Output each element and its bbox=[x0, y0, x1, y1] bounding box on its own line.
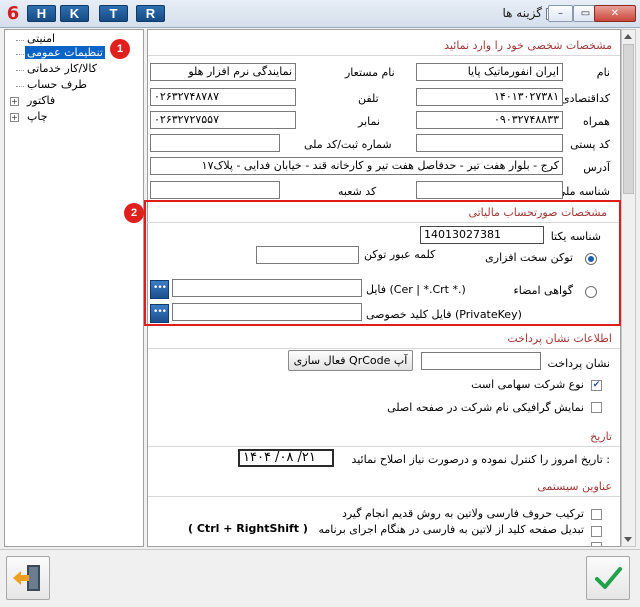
postal-code-field[interactable] bbox=[416, 134, 563, 152]
unique-id-label: شناسه یکتا bbox=[550, 230, 601, 243]
minimize-button[interactable]: – bbox=[548, 5, 573, 22]
keyboard-shortcut-hint: ( Ctrl + RightShift ) bbox=[188, 522, 308, 535]
app-logo-icon: 6 bbox=[6, 3, 20, 24]
date-section-title: تاریخ bbox=[590, 430, 612, 443]
tree-connector bbox=[16, 54, 24, 55]
section-divider bbox=[148, 446, 620, 447]
scroll-down-icon[interactable] bbox=[624, 537, 632, 542]
graphic-name-checkbox[interactable] bbox=[591, 402, 602, 413]
alias-label: نام مستعار bbox=[345, 66, 395, 79]
shortcut-button-k[interactable]: K bbox=[60, 5, 89, 22]
shortcut-button-r[interactable]: R bbox=[136, 5, 165, 22]
branch-code-field[interactable] bbox=[150, 181, 280, 199]
keyboard-switch-label: تبدیل صفحه کلید از لاتین به فارسی در هنگ… bbox=[318, 523, 584, 536]
phone-field[interactable]: ۰۲۶۳۲۷۴۸۷۸۷ bbox=[150, 88, 296, 106]
phone-label: تلفن bbox=[358, 92, 379, 105]
signature-certificate-radio[interactable] bbox=[585, 286, 597, 298]
checkmark-icon bbox=[595, 567, 622, 589]
expand-plus-icon[interactable]: + bbox=[10, 113, 19, 122]
private-key-file-field[interactable] bbox=[172, 303, 362, 321]
close-button[interactable]: ✕ bbox=[594, 5, 636, 22]
name-field[interactable]: ایران انفورماتیک پایا bbox=[416, 63, 563, 81]
joint-stock-checkbox[interactable]: ✔ bbox=[591, 380, 602, 391]
tree-item-security[interactable]: امنیتی bbox=[27, 32, 55, 45]
title-bar: 6 H K T R گزینه ها – ▭ ✕ bbox=[0, 0, 640, 28]
graphic-name-label: نمایش گرافیکی نام شرکت در صفحه اصلی bbox=[387, 401, 584, 414]
section-divider bbox=[148, 496, 620, 497]
system-section-title: عناوین سیستمی bbox=[537, 480, 612, 493]
tree-item-goods-services[interactable]: کالا/کار خدماتی bbox=[27, 62, 97, 75]
national-id-field[interactable] bbox=[416, 181, 563, 199]
mobile-field[interactable]: ۰۹۰۳۲۷۴۸۸۳۳ bbox=[416, 111, 563, 129]
settings-tree: امنیتی تنظیمات عمومی 1 کالا/کار خدماتی ط… bbox=[4, 29, 144, 547]
tree-item-invoice[interactable]: فاکتور bbox=[27, 94, 55, 107]
system-option-checkbox[interactable] bbox=[591, 542, 602, 546]
shortcut-button-h[interactable]: H bbox=[27, 5, 56, 22]
payment-section-title: اطلاعات نشان پرداخت bbox=[507, 332, 612, 345]
private-key-file-label: فایل کلید خصوصی (PrivateKey) bbox=[366, 308, 522, 321]
address-label: آدرس bbox=[583, 161, 610, 174]
alias-field[interactable]: نمایندگی نرم افزار هلو bbox=[150, 63, 296, 81]
legacy-text-join-checkbox[interactable] bbox=[591, 509, 602, 520]
vertical-scrollbar[interactable] bbox=[621, 29, 636, 547]
hw-token-radio[interactable] bbox=[585, 253, 597, 265]
fax-label: نمابر bbox=[358, 115, 380, 128]
postal-code-label: کد پستی bbox=[570, 138, 610, 151]
national-id-label: شناسه ملی bbox=[556, 185, 610, 198]
cert-file-field[interactable] bbox=[172, 279, 362, 297]
mobile-label: همراه bbox=[582, 115, 610, 128]
payment-address-label: نشان پرداخت bbox=[547, 357, 611, 370]
tree-connector bbox=[16, 86, 24, 87]
tree-item-general-settings[interactable]: تنظیمات عمومی bbox=[25, 46, 105, 59]
footer-bar bbox=[0, 549, 640, 607]
annotation-marker-1: 1 bbox=[110, 39, 130, 59]
date-field[interactable]: ۱۴۰۴ /۰۸ /۲۱ bbox=[238, 449, 334, 467]
keyboard-switch-checkbox[interactable] bbox=[591, 526, 602, 537]
legacy-text-join-label: ترکیب حروف فارسی ولاتین به روش قدیم انجا… bbox=[341, 507, 584, 520]
tree-connector bbox=[16, 40, 24, 41]
token-password-label: کلمه عبور توکن bbox=[364, 248, 436, 261]
signature-certificate-label: گواهی امضاء bbox=[513, 284, 573, 297]
tax-section-title: مشخصات صورتحساب مالیاتی bbox=[468, 206, 607, 219]
section-divider bbox=[146, 222, 619, 223]
fax-field[interactable]: ۰۲۶۳۲۷۲۷۵۵۷ bbox=[150, 111, 296, 129]
exit-button[interactable] bbox=[6, 556, 50, 600]
cert-file-label: فایل (Cer | *.Crt *.) bbox=[366, 283, 466, 296]
window-title: گزینه ها bbox=[502, 6, 542, 20]
annotation-marker-2: 2 bbox=[124, 203, 144, 223]
unique-id-field[interactable]: 14013027381 bbox=[420, 226, 544, 244]
cert-browse-button[interactable]: ••• bbox=[150, 280, 169, 299]
tax-invoice-section: 2 مشخصات صورتحساب مالیاتی شناسه یکتا 140… bbox=[124, 200, 621, 326]
branch-code-label: کد شعبه bbox=[338, 185, 377, 198]
date-check-label: تاریخ امروز را کنترل نموده و درصورت نیاز… bbox=[351, 453, 610, 466]
section-divider bbox=[148, 55, 620, 56]
payment-address-field[interactable] bbox=[421, 352, 541, 370]
registration-number-label: شماره ثبت/کد ملی bbox=[304, 138, 392, 151]
scroll-up-icon[interactable] bbox=[624, 34, 632, 39]
address-field[interactable]: کرج - بلوار هفت تیر - حدفاصل هفت تیر و ک… bbox=[150, 157, 563, 175]
economic-code-label: کداقتصادی bbox=[560, 92, 610, 105]
expand-plus-icon[interactable]: + bbox=[10, 97, 19, 106]
exit-door-icon bbox=[13, 565, 40, 591]
token-password-field[interactable] bbox=[256, 246, 359, 264]
joint-stock-label: نوع شرکت سهامی است bbox=[471, 378, 584, 391]
name-label: نام bbox=[596, 66, 610, 79]
tree-connector bbox=[16, 70, 24, 71]
qrcode-activate-button[interactable]: فعال سازی QrCode آپ bbox=[288, 350, 413, 371]
personal-section-title: مشخصات شخصی خود را وارد نمائید bbox=[444, 39, 612, 52]
tree-item-print[interactable]: چاپ bbox=[27, 110, 48, 123]
ok-button[interactable] bbox=[586, 556, 630, 600]
registration-number-field[interactable] bbox=[150, 134, 280, 152]
hw-token-label: توکن سخت افزاری bbox=[485, 251, 573, 264]
scrollbar-thumb[interactable] bbox=[623, 44, 634, 194]
shortcut-button-t[interactable]: T bbox=[99, 5, 128, 22]
private-key-browse-button[interactable]: ••• bbox=[150, 304, 169, 323]
tree-item-accounts[interactable]: طرف حساب bbox=[27, 78, 87, 91]
economic-code-field[interactable]: ۱۴۰۱۳۰۲۷۳۸۱ bbox=[416, 88, 563, 106]
section-divider bbox=[148, 348, 620, 349]
